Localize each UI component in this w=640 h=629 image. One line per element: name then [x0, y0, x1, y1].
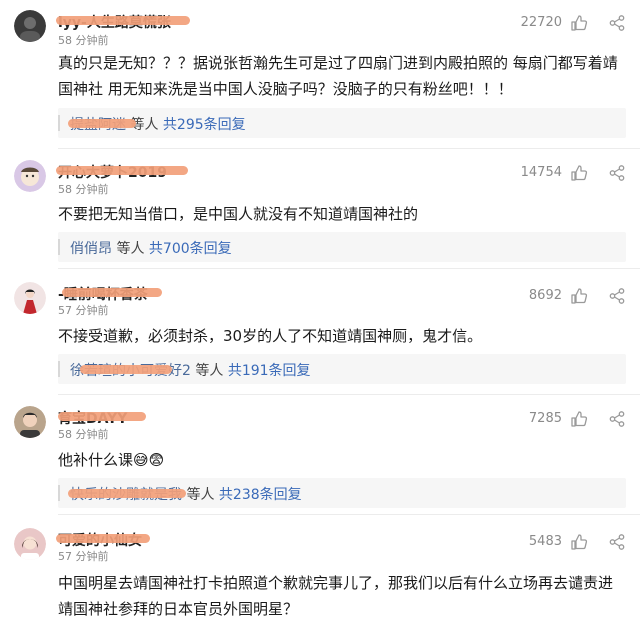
share-icon[interactable]: [608, 287, 626, 305]
reply-summary[interactable]: 快乐的沙雕就是我 等人 共238条回复: [58, 478, 626, 508]
timestamp: 58 分钟前: [58, 428, 109, 441]
reply-mid: 等人: [182, 487, 219, 503]
portrait-avatar-icon[interactable]: [14, 406, 46, 438]
thumbs-up-icon[interactable]: [570, 533, 588, 551]
thumbs-up-icon[interactable]: [570, 287, 588, 305]
reply-bar: [58, 485, 60, 501]
comment-item: 开心大萝卜2019 58 分钟前 14754 不要把无知当借口，是中国人就没有不…: [0, 148, 640, 268]
timestamp: 57 分钟前: [58, 550, 109, 563]
like-count: 14754: [520, 165, 562, 180]
reply-mid: 等人: [190, 363, 228, 379]
share-icon[interactable]: [608, 533, 626, 551]
like-count: 7285: [528, 411, 562, 426]
red-dress-avatar-icon[interactable]: [14, 282, 46, 314]
redaction-mark: [62, 288, 162, 297]
girl-avatar-icon[interactable]: [14, 528, 46, 560]
reply-bar: [58, 361, 60, 377]
thumbs-up-icon[interactable]: [570, 164, 588, 182]
redaction-mark: [56, 166, 188, 175]
reply-count[interactable]: 共700条回复: [149, 241, 232, 257]
thumbs-up-icon[interactable]: [570, 410, 588, 428]
like-count: 5483: [528, 534, 562, 549]
timestamp: 58 分钟前: [58, 34, 109, 47]
comment-text: 中国明星去靖国神社打卡拍照道个歉就完事儿了，那我们以后有什么立场再去谴责进靖国神…: [58, 574, 614, 618]
reply-mid: 等人: [112, 241, 149, 257]
comment-text: 他补什么课😅😨: [58, 451, 165, 469]
reply-summary-text: 俏俏昂 等人 共700条回复: [70, 238, 232, 258]
dark-avatar-icon[interactable]: [14, 10, 46, 42]
comment-item: 育宝DAYY 58 分钟前 7285 他补什么课😅😨 快乐的沙雕就是我 等人 共…: [0, 394, 640, 514]
timestamp: 58 分钟前: [58, 183, 109, 196]
reply-count[interactable]: 共295条回复: [163, 117, 246, 133]
redaction-mark: [58, 412, 146, 421]
reply-summary[interactable]: 提盐阿迷 等人 共295条回复: [58, 108, 626, 138]
redaction-mark: [56, 16, 190, 25]
reply-summary[interactable]: 徐若瑄的小可爱好2 等人 共191条回复: [58, 354, 626, 384]
comment-text: 不接受道歉，必须封杀，30岁的人了不知道靖国神厕，鬼才信。: [58, 327, 483, 345]
cartoon-avatar-icon[interactable]: [14, 160, 46, 192]
comment-text: 不要把无知当借口，是中国人就没有不知道靖国神社的: [58, 205, 419, 223]
reply-bar: [58, 239, 60, 255]
comment-item: 可爱的小仙女 57 分钟前 5483 中国明星去靖国神社打卡拍照道个歉就完事儿了…: [0, 514, 640, 629]
reply-count[interactable]: 共238条回复: [219, 487, 302, 503]
share-icon[interactable]: [608, 14, 626, 32]
comment-item: lyy-人生路莫慌张 58 分钟前 22720 真的只是无知？？？据说张哲瀚先生…: [0, 0, 640, 150]
timestamp: 57 分钟前: [58, 304, 109, 317]
reply-count[interactable]: 共191条回复: [228, 363, 311, 379]
comment-item: -睡前喝杯香茶 57 分钟前 8692 不接受道歉，必须封杀，30岁的人了不知道…: [0, 268, 640, 394]
reply-summary[interactable]: 俏俏昂 等人 共700条回复: [58, 232, 626, 262]
redaction-mark: [80, 365, 172, 374]
share-icon[interactable]: [608, 164, 626, 182]
redaction-mark: [56, 534, 150, 543]
redaction-mark: [68, 119, 136, 128]
like-count: 22720: [520, 15, 562, 30]
thumbs-up-icon[interactable]: [570, 14, 588, 32]
like-count: 8692: [528, 288, 562, 303]
reply-bar: [58, 115, 60, 131]
comment-text: 真的只是无知？？？据说张哲瀚先生可是过了四扇门进到内殿拍照的 每扇门都写着靖国神…: [58, 54, 618, 98]
reply-user[interactable]: 俏俏昂: [70, 241, 112, 257]
redaction-mark: [68, 489, 186, 498]
share-icon[interactable]: [608, 410, 626, 428]
